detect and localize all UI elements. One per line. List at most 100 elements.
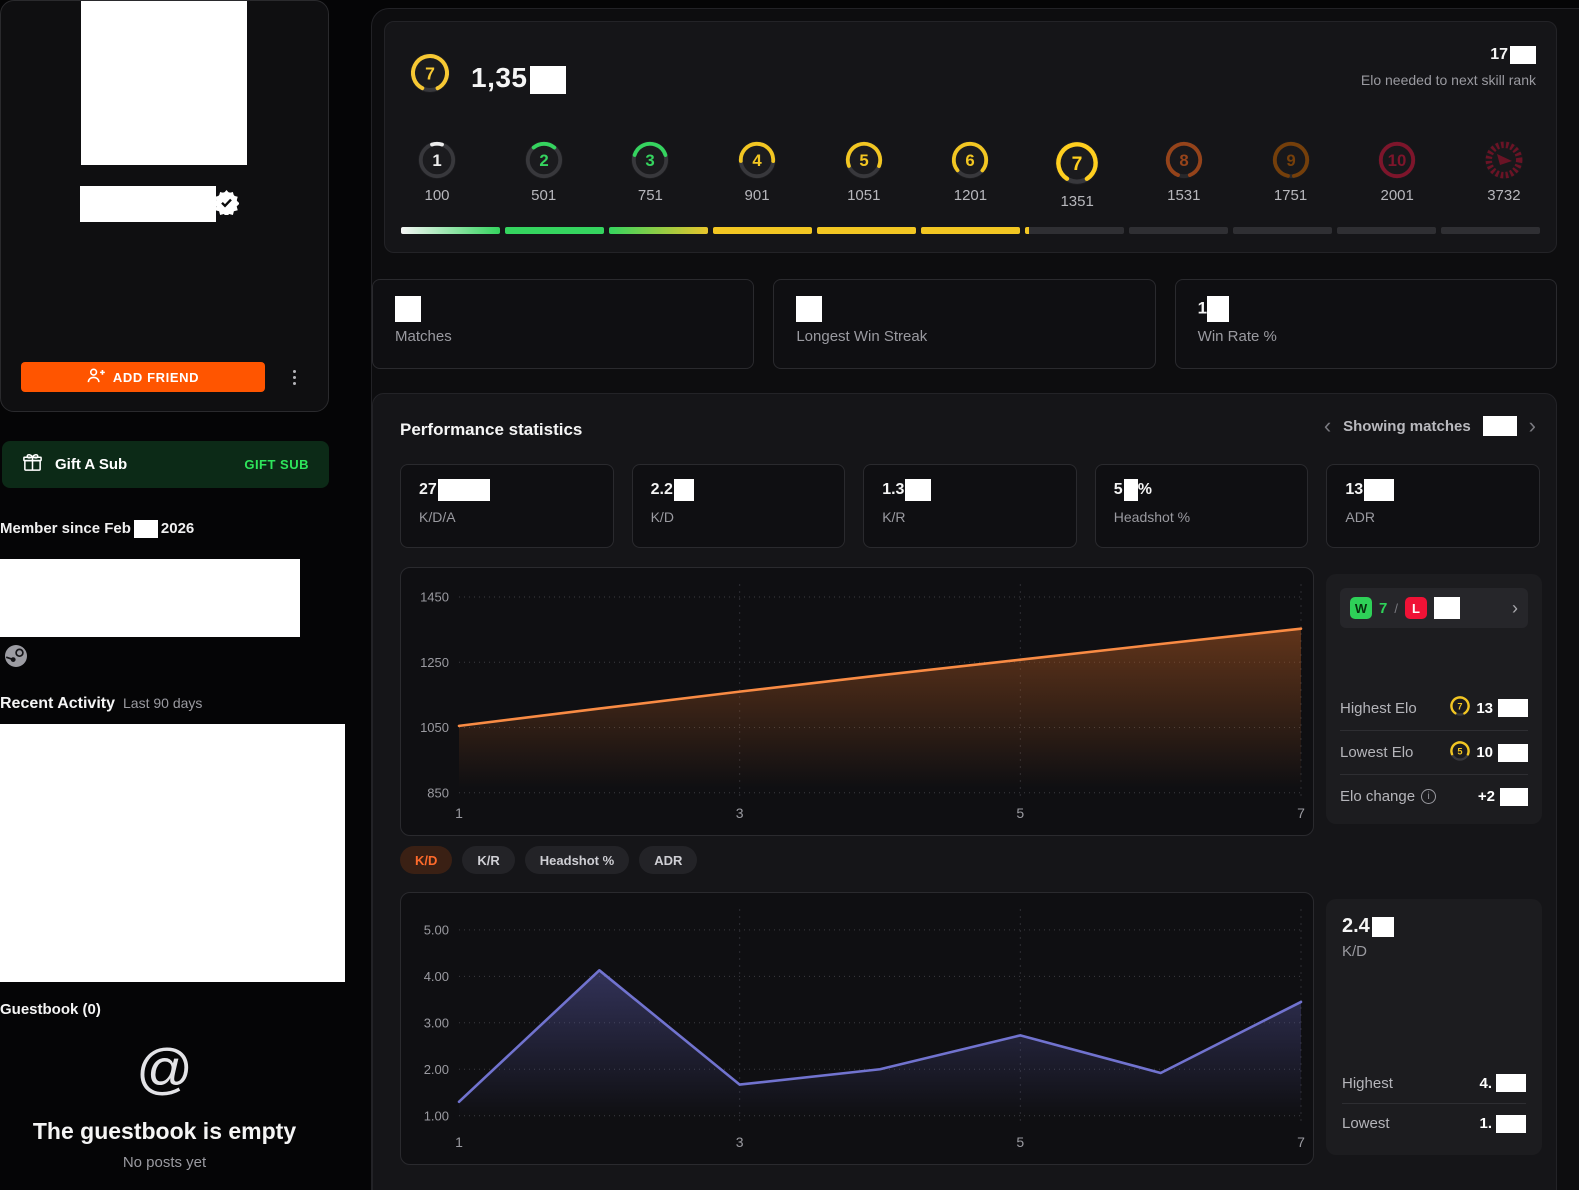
redacted-block: [0, 559, 300, 637]
svg-text:9: 9: [1286, 151, 1295, 170]
kd-highest-value: 4.: [1479, 1074, 1492, 1092]
svg-text:8: 8: [1179, 151, 1188, 170]
elo-progress-segment: [921, 227, 1020, 234]
level-elo-threshold: 1051: [847, 187, 881, 204]
svg-text:7: 7: [425, 63, 435, 83]
person-add-icon: [87, 367, 105, 387]
svg-text:3.00: 3.00: [424, 1015, 449, 1030]
kd-lowest-label: Lowest: [1342, 1115, 1390, 1132]
skill-level-item: 8 1531: [1154, 140, 1214, 204]
kebab-menu-icon[interactable]: [285, 364, 303, 390]
kda-redaction: [437, 479, 490, 501]
gift-sub-title: Gift A Sub: [55, 456, 128, 473]
performance-title: Performance statistics: [400, 420, 583, 439]
level-elo-threshold: 901: [744, 187, 770, 204]
svg-text:1450: 1450: [420, 590, 449, 605]
matches-count-redaction: [1482, 416, 1517, 436]
svg-text:1: 1: [432, 151, 441, 170]
level-elo-threshold: 751: [637, 187, 663, 204]
steam-icon[interactable]: [4, 644, 28, 673]
chevron-left-icon[interactable]: ‹: [1324, 415, 1331, 437]
elo-change-value: +2: [1477, 788, 1495, 805]
sidebar: ADD FRIEND Gift A Sub GIFT SUB Member si…: [0, 0, 360, 1190]
skill-level-item: 6 1201: [940, 140, 1000, 204]
member-since-redaction: [133, 520, 158, 539]
chevron-right-icon[interactable]: ›: [1512, 598, 1518, 619]
win-rate-card: 1 Win Rate %: [1174, 279, 1557, 369]
svg-text:2: 2: [539, 151, 548, 170]
profile-card: ADD FRIEND: [0, 0, 329, 412]
kd-stat-rows: Highest 4. Lowest 1.: [1342, 1063, 1526, 1143]
gift-icon: [22, 452, 43, 478]
chevron-right-icon[interactable]: ›: [1529, 415, 1536, 437]
elo-change-redaction: [1500, 787, 1528, 806]
elo-progress-segment: [1233, 227, 1332, 234]
kd-highest-label: Highest: [1342, 1074, 1393, 1092]
highest-elo-row: Highest Elo 7 13: [1340, 686, 1528, 730]
win-loss-box[interactable]: W 7 / L ›: [1340, 588, 1528, 628]
current-level-icon: 7: [409, 52, 451, 99]
kr-label: K/R: [882, 509, 906, 525]
kd-highest-redaction: [1496, 1074, 1526, 1092]
matches-pager: ‹ Showing matches ›: [1324, 415, 1536, 437]
elo-progress-segment: [401, 227, 500, 234]
win-badge: W: [1350, 597, 1372, 619]
headshot-label: Headshot %: [1113, 509, 1191, 525]
elo-progress-segment: [1441, 227, 1540, 234]
kd-lowest-value: 1.: [1479, 1115, 1492, 1132]
guestbook-empty-title: The guestbook is empty: [32, 1118, 297, 1144]
kd-highest-row: Highest 4.: [1342, 1063, 1526, 1103]
gift-sub-button[interactable]: GIFT SUB: [244, 457, 309, 472]
level-elo-threshold: 1531: [1167, 187, 1201, 204]
loss-badge: L: [1404, 597, 1427, 619]
elo-progress-bar: [401, 227, 1540, 234]
elo-card: 7 1,35 17 Elo needed to next skill rank …: [384, 21, 1557, 253]
adr-label: ADR: [1345, 509, 1375, 525]
kd-lowest-row: Lowest 1.: [1342, 1103, 1526, 1143]
level-icon: 7: [1449, 695, 1471, 721]
recent-activity-header: Recent Activity Last 90 days: [0, 695, 202, 713]
svg-text:7: 7: [1297, 1134, 1305, 1150]
win-streak-redaction: [796, 296, 823, 322]
level-elo-threshold: 3732: [1487, 187, 1521, 204]
skill-level-item: 10 2001: [1367, 140, 1427, 204]
svg-text:1.00: 1.00: [424, 1108, 449, 1123]
faceit-profile-page: ADD FRIEND Gift A Sub GIFT SUB Member si…: [0, 0, 1579, 1190]
elo-progress-segment: [1337, 227, 1436, 234]
info-icon[interactable]: i: [1421, 789, 1437, 804]
tab-kr[interactable]: K/R: [462, 846, 515, 874]
tab-adr[interactable]: ADR: [639, 846, 698, 874]
next-rank-label: Elo needed to next skill rank: [1360, 72, 1536, 89]
lowest-elo-redaction: [1498, 743, 1528, 762]
matches-card: Matches: [372, 279, 755, 369]
kd-lowest-redaction: [1496, 1114, 1526, 1133]
headshot-redaction: [1123, 479, 1138, 501]
lowest-elo-row: Lowest Elo 5 10: [1340, 730, 1528, 774]
level-icon: 5: [1449, 740, 1471, 766]
svg-text:1250: 1250: [420, 655, 449, 670]
kda-card: 27 K/D/A: [400, 464, 614, 548]
svg-text:4: 4: [752, 151, 762, 170]
kd-card: 2.2 K/D: [631, 464, 846, 548]
lowest-elo-label: Lowest Elo: [1340, 744, 1414, 761]
adr-card: 13 ADR: [1326, 464, 1540, 548]
skill-level-item: 7 1351: [1047, 140, 1107, 210]
current-elo-value: 1,35: [471, 62, 566, 94]
metric-tabs: K/D K/R Headshot % ADR: [400, 846, 698, 874]
svg-text:10: 10: [1388, 151, 1407, 170]
add-friend-button[interactable]: ADD FRIEND: [21, 362, 265, 392]
svg-text:5: 5: [859, 151, 868, 170]
svg-text:5: 5: [1016, 1134, 1024, 1150]
elo-chart-section: 1450 1250 1050 850 1 3 5 7 W 7 / L › Highest El…: [400, 567, 1542, 836]
tab-kd[interactable]: K/D: [400, 846, 453, 874]
kr-redaction: [905, 479, 932, 501]
level-elo-threshold: 100: [424, 187, 450, 204]
adr-redaction: [1364, 479, 1395, 501]
recent-activity-range: Last 90 days: [123, 695, 203, 711]
svg-text:850: 850: [427, 785, 449, 800]
level-elo-threshold: 1201: [953, 187, 988, 204]
tab-headshot[interactable]: Headshot %: [524, 846, 630, 874]
kda-label: K/D/A: [419, 509, 456, 525]
guestbook-empty-subtitle: No posts yet: [122, 1154, 207, 1171]
kd-side-panel: 2.4 K/D Highest 4. Lowest 1.: [1326, 899, 1542, 1155]
